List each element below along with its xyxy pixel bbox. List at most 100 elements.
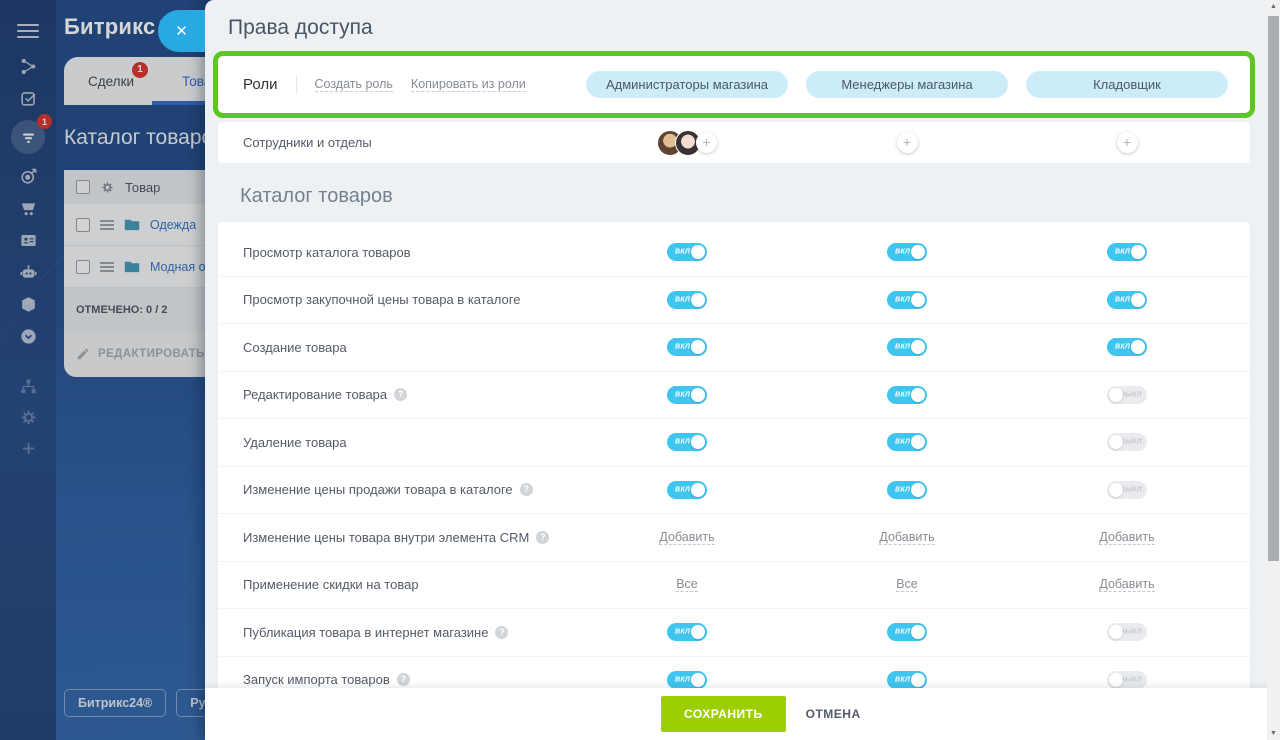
permission-label: Просмотр закупочной цены товара в катало… [218,292,520,307]
permission-value-link[interactable]: Все [896,577,918,592]
permission-label: Создание товара [218,340,347,355]
help-icon[interactable]: ? [394,388,407,401]
role-button-3[interactable]: Кладовщик [1026,71,1228,98]
permission-toggle-on[interactable]: ВКЛ [887,671,927,689]
permission-row: Изменение цены продажи товара в каталоге… [218,467,1250,515]
permission-row: Редактирование товара? ВКЛ ВКЛ ВЫКЛ [218,372,1250,420]
add-member-button[interactable]: + [897,132,918,153]
tasks-icon [12,88,44,108]
permission-toggle-on[interactable]: ВКЛ [667,481,707,499]
permissions-card: Просмотр каталога товаровВКЛВКЛВКЛПросмо… [218,222,1250,740]
permission-value-link[interactable]: Добавить [1099,577,1154,592]
add-member-button[interactable]: + [1117,132,1138,153]
logo-text: Битрикс [64,14,155,39]
permission-row: Просмотр каталога товаров ВКЛ ВКЛ ВКЛ [218,229,1250,277]
permission-row: Применение скидки на товар Все Все Добавить [218,562,1250,610]
permission-toggle-off[interactable]: ВЫКЛ [1107,623,1147,641]
drag-handle-icon [100,218,114,232]
permission-toggle-on[interactable]: ВКЛ [1107,291,1147,309]
edit-pencil-icon [76,347,90,361]
crm-icon: 1 [11,120,45,154]
access-rights-panel: ✕ Права доступа Роли Создать роль Копиро… [205,0,1280,740]
permission-row: Удаление товара ВКЛ ВКЛ ВЫКЛ [218,419,1250,467]
roles-label: Роли [243,76,278,93]
permission-toggle-on[interactable]: ВКЛ [887,623,927,641]
permission-toggle-on[interactable]: ВКЛ [667,338,707,356]
permission-label: Запуск импорта товаров [218,672,390,687]
permission-label: Изменение цены товара внутри элемента CR… [218,530,529,545]
add-member-button[interactable]: + [696,132,717,153]
permission-toggle-on[interactable]: ВКЛ [887,243,927,261]
permission-toggle-off[interactable]: ВЫКЛ [1107,433,1147,451]
app-root: 1 Битрикс24 1 Сделки Товары Каталог това… [0,0,1280,740]
permission-value-link[interactable]: Добавить [879,530,934,545]
menu-toggle-icon [17,20,39,42]
divider [296,76,297,94]
tab-deals-label: Сделки [88,74,134,89]
permission-label: Удаление товара [218,435,347,450]
permission-label: Применение скидки на товар [218,577,419,592]
permission-toggle-on[interactable]: ВКЛ [887,481,927,499]
permission-toggle-on[interactable]: ВКЛ [1107,243,1147,261]
permission-row: Создание товара ВКЛ ВКЛ ВКЛ [218,324,1250,372]
permission-label: Изменение цены продажи товара в каталоге [218,482,513,497]
help-icon[interactable]: ? [495,626,508,639]
add-icon [12,438,44,458]
drag-handle-icon [100,260,114,274]
permission-toggle-on[interactable]: ВКЛ [667,291,707,309]
help-icon[interactable]: ? [536,531,549,544]
folder-icon [124,260,140,273]
save-button[interactable]: СОХРАНИТЬ [661,696,786,732]
scrollbar-thumb[interactable] [1268,16,1279,561]
tab-deals: 1 Сделки [64,74,158,89]
permission-row: Публикация товара в интернет магазине?ВК… [218,609,1250,657]
scrollbar[interactable]: ▲ ▼ [1267,0,1280,740]
row-checkbox [76,260,90,274]
cancel-button[interactable]: ОТМЕНА [806,707,861,721]
permission-toggle-on[interactable]: ВКЛ [667,623,707,641]
help-icon[interactable]: ? [397,673,410,686]
permission-value-link[interactable]: Все [676,577,698,592]
section-link: Одежда [150,218,196,232]
permission-toggle-on[interactable]: ВКЛ [887,338,927,356]
employees-row: Сотрудники и отделы + + + [218,122,1250,163]
sitemap-icon [12,376,44,396]
role-button-2[interactable]: Менеджеры магазина [806,71,1008,98]
panel-title: Права доступа [228,16,373,40]
permission-toggle-on[interactable]: ВКЛ [887,291,927,309]
catalog-icon [12,294,44,314]
permission-toggle-off[interactable]: ВЫКЛ [1107,481,1147,499]
more-icon [12,326,44,346]
permission-toggle-on[interactable]: ВКЛ [1107,338,1147,356]
settings-icon [12,407,44,427]
permission-toggle-on[interactable]: ВКЛ [667,243,707,261]
roles-row: Роли Создать роль Копировать из роли Адм… [218,56,1250,113]
employees-label: Сотрудники и отделы [218,135,372,150]
store-icon [12,198,44,218]
scroll-down-arrow[interactable]: ▼ [1267,730,1280,737]
network-icon [12,56,44,76]
permission-value-link[interactable]: Добавить [1099,530,1154,545]
permission-toggle-on[interactable]: ВКЛ [887,386,927,404]
permission-value-link[interactable]: Добавить [659,530,714,545]
notification-badge: 1 [37,114,52,129]
deals-badge: 1 [132,62,148,78]
permission-toggle-on[interactable]: ВКЛ [667,386,707,404]
help-icon[interactable]: ? [520,483,533,496]
permission-toggle-off[interactable]: ВЫКЛ [1107,386,1147,404]
role-button-1[interactable]: Администраторы магазина [586,71,788,98]
copy-role-link[interactable]: Копировать из роли [411,77,526,92]
permission-toggle-on[interactable]: ВКЛ [887,433,927,451]
checked-count: ОТМЕЧЕНО: 0 / 2 [76,304,167,316]
permission-label: Редактирование товара [218,387,387,402]
roles-highlight-box: Роли Создать роль Копировать из роли Адм… [213,51,1255,118]
close-panel-button[interactable]: ✕ [158,10,205,52]
permission-label: Просмотр каталога товаров [218,245,411,260]
permission-toggle-on[interactable]: ВКЛ [667,433,707,451]
scroll-up-arrow[interactable]: ▲ [1267,3,1280,10]
permission-toggle-on[interactable]: ВКЛ [667,671,707,689]
edit-button-label: РЕДАКТИРОВАТЬ [98,348,205,360]
permission-toggle-off[interactable]: ВЫКЛ [1107,671,1147,689]
permission-row: Изменение цены товара внутри элемента CR… [218,514,1250,562]
create-role-link[interactable]: Создать роль [315,77,393,92]
